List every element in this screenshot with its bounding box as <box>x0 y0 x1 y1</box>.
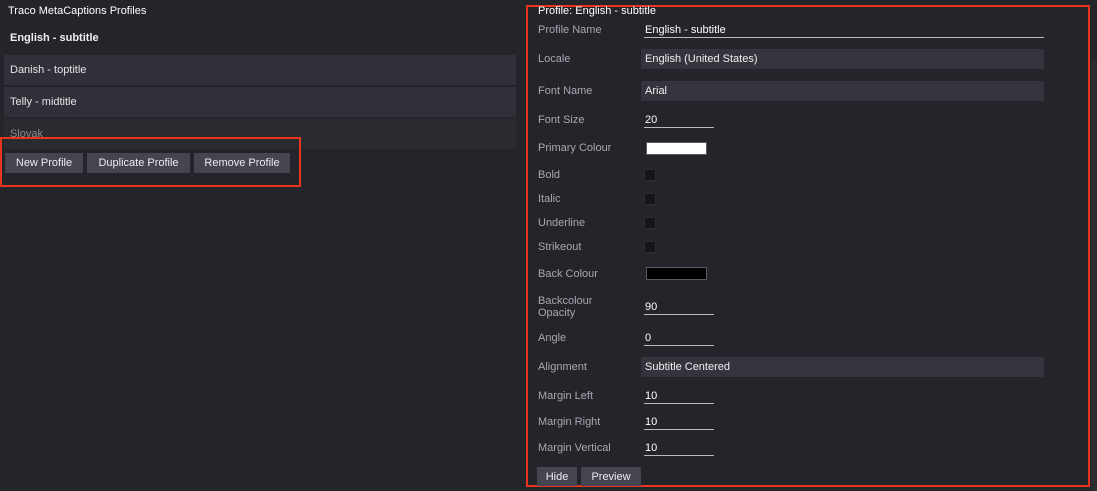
primary-colour-swatch[interactable] <box>646 142 707 155</box>
italic-label: Italic <box>538 193 561 205</box>
app-title: Traco MetaCaptions Profiles <box>8 5 147 17</box>
backcolour-opacity-input[interactable]: 90 <box>644 300 714 315</box>
profile-item-english-subtitle[interactable]: English - subtitle <box>4 23 516 53</box>
back-colour-label: Back Colour <box>538 268 598 280</box>
profile-name-input[interactable]: English - subtitle <box>644 23 1044 38</box>
profile-list: English - subtitle Danish - toptitle Tel… <box>4 23 516 151</box>
new-profile-button[interactable]: New Profile <box>5 153 83 173</box>
underline-label: Underline <box>538 217 586 229</box>
angle-input[interactable]: 0 <box>644 331 714 346</box>
strikeout-checkbox[interactable] <box>644 241 656 253</box>
alignment-select[interactable]: Subtitle Centered <box>641 357 1044 377</box>
margin-vertical-label: Margin Vertical <box>538 442 611 454</box>
profile-item-label: Telly - midtitle <box>10 96 77 108</box>
margin-right-label: Margin Right <box>538 416 601 428</box>
profile-editor-panel <box>526 5 1090 487</box>
strikeout-label: Strikeout <box>538 241 582 253</box>
primary-colour-label: Primary Colour <box>538 142 612 154</box>
font-size-input[interactable]: 20 <box>644 113 714 128</box>
profile-item-label: English - subtitle <box>10 32 99 44</box>
profile-item-telly-midtitle[interactable]: Telly - midtitle <box>4 87 516 117</box>
font-name-label: Font Name <box>538 85 593 97</box>
back-colour-swatch[interactable] <box>646 267 707 280</box>
backcolour-opacity-label: Backcolour Opacity <box>538 295 592 319</box>
locale-label: Locale <box>538 53 571 65</box>
font-name-select[interactable]: Arial <box>641 81 1044 101</box>
margin-left-label: Margin Left <box>538 390 594 402</box>
angle-label: Angle <box>538 332 567 344</box>
margin-right-input[interactable]: 10 <box>644 415 714 430</box>
remove-profile-button[interactable]: Remove Profile <box>194 153 290 173</box>
profile-item-danish-toptitle[interactable]: Danish - toptitle <box>4 55 516 85</box>
hide-button[interactable]: Hide <box>537 467 577 486</box>
margin-left-input[interactable]: 10 <box>644 389 714 404</box>
underline-checkbox[interactable] <box>644 217 656 229</box>
bold-checkbox[interactable] <box>644 169 656 181</box>
profile-name-label: Profile Name <box>538 24 602 36</box>
profile-item-label: Danish - toptitle <box>10 64 87 76</box>
scrollbar-track[interactable] <box>1091 60 1097 491</box>
editor-title: Profile: English - subtitle <box>538 5 656 17</box>
alignment-label: Alignment <box>538 361 587 373</box>
italic-checkbox[interactable] <box>644 193 656 205</box>
locale-select[interactable]: English (United States) <box>641 49 1044 69</box>
preview-button[interactable]: Preview <box>581 467 641 486</box>
backcolour-opacity-label-line1: Backcolour <box>538 295 593 307</box>
duplicate-profile-button[interactable]: Duplicate Profile <box>87 153 190 173</box>
bold-label: Bold <box>538 169 561 181</box>
font-size-label: Font Size <box>538 114 585 126</box>
backcolour-opacity-label-line2: Opacity <box>538 307 576 319</box>
margin-vertical-input[interactable]: 10 <box>644 441 714 456</box>
